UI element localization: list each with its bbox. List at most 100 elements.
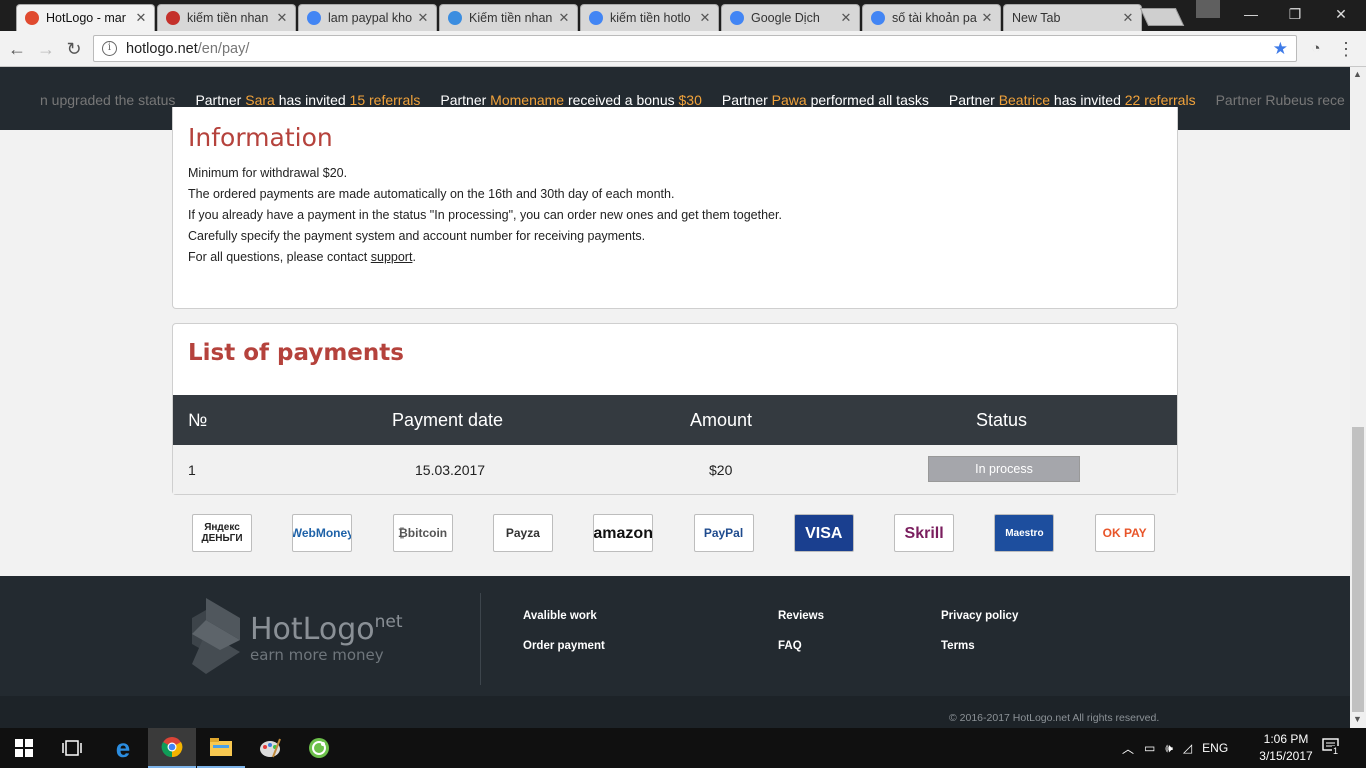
forward-icon[interactable]: → xyxy=(34,37,58,61)
header-amount: Amount xyxy=(690,410,753,430)
clock-date: 3/15/2017 xyxy=(1259,749,1313,763)
browser-tab[interactable]: Kiếm tiền nhan ✕ xyxy=(439,4,578,31)
header-payment-date: Payment date xyxy=(392,410,504,430)
browser-toolbar: ← → ↻ i hotlogo.net/en/pay/ ★ ◔ ⋮ xyxy=(0,31,1366,67)
profile-icon[interactable] xyxy=(1196,0,1220,18)
support-link[interactable]: support xyxy=(371,250,413,264)
battery-icon[interactable]: ▭ xyxy=(1144,741,1155,755)
order-payment-link[interactable]: Order payment xyxy=(523,640,605,652)
browser-tab[interactable]: HotLogo - mar ✕ xyxy=(16,4,155,31)
notification-center-icon[interactable]: 1 xyxy=(1322,738,1342,756)
payment-logo-okpay: OK PAY xyxy=(1094,514,1155,552)
payments-title: List of payments xyxy=(188,340,404,366)
ticker-middle: has invited xyxy=(274,92,350,108)
tab-close-icon[interactable]: ✕ xyxy=(273,10,291,26)
vertical-scrollbar[interactable]: ▲ ▼ xyxy=(1350,67,1366,728)
file-explorer-icon[interactable] xyxy=(197,728,245,768)
payment-logo-яндекс-деньги: Яндекс ДЕНЬГИ xyxy=(192,514,252,552)
copyright-text: © 2016-2017 HotLogo.net All rights reser… xyxy=(949,712,1160,724)
payment-logo-label: Яндекс ДЕНЬГИ xyxy=(201,522,243,544)
ticker-name: Sara xyxy=(245,92,275,108)
payment-logo-webmoney: WebMoney xyxy=(292,514,353,552)
cell-payment-date: 15.03.2017 xyxy=(415,462,486,478)
reviews-link[interactable]: Reviews xyxy=(778,610,824,622)
browser-tab[interactable]: số tài khoản pa ✕ xyxy=(862,4,1001,31)
ticker-suffix: 15 referrals xyxy=(349,92,421,108)
system-tray: ︿ ▭ 🕪 ◿ ENG xyxy=(1122,728,1228,768)
browser-tab[interactable]: kiếm tiền nhan ✕ xyxy=(157,4,296,31)
brand-name: HotLogonet xyxy=(250,612,403,647)
tab-close-icon[interactable]: ✕ xyxy=(1119,10,1137,26)
tab-close-icon[interactable]: ✕ xyxy=(837,10,855,26)
payment-logo-skrill: Skrill xyxy=(894,514,955,552)
ticker-middle: rece xyxy=(1313,92,1345,108)
ticker-prefix: Partner xyxy=(1215,92,1266,108)
brand-tagline: earn more money xyxy=(250,646,384,664)
menu-icon[interactable]: ⋮ xyxy=(1334,37,1358,61)
information-text: Minimum for withdrawal $20. The ordered … xyxy=(188,163,782,268)
payment-logo-label: WebMoney xyxy=(292,525,353,540)
browser-tab[interactable]: Google Dịch ✕ xyxy=(721,4,860,31)
clock-time: 1:06 PM xyxy=(1263,732,1309,746)
tab-label: số tài khoản pa xyxy=(892,11,977,25)
payment-logo-label: Maestro xyxy=(1005,527,1044,539)
faq-link[interactable]: FAQ xyxy=(778,640,802,652)
ticker-item: n upgraded the status xyxy=(40,92,175,108)
new-tab-button[interactable] xyxy=(1139,8,1185,26)
cell-number: 1 xyxy=(188,462,196,478)
tab-label: Kiếm tiền nhan xyxy=(469,11,553,25)
footer: HotLogonet earn more money Avalible work… xyxy=(0,576,1350,728)
reload-icon[interactable]: ↻ xyxy=(62,37,86,61)
language-indicator[interactable]: ENG xyxy=(1202,741,1228,755)
browser-tab[interactable]: lam paypal kho ✕ xyxy=(298,4,437,31)
show-hidden-icons-icon[interactable]: ︿ xyxy=(1122,740,1134,757)
network-icon[interactable]: ◿ xyxy=(1183,741,1192,755)
address-bar[interactable]: i hotlogo.net/en/pay/ ★ xyxy=(93,35,1297,62)
payment-logo-maestro: Maestro xyxy=(994,514,1055,552)
information-title: Information xyxy=(188,123,333,152)
speed-dial-icon[interactable]: ◔ xyxy=(1304,37,1328,61)
contact-suffix: . xyxy=(412,250,416,264)
browser-tab[interactable]: kiếm tiền hotlo ✕ xyxy=(580,4,719,31)
ticker-suffix: $30 xyxy=(678,92,702,108)
ticker-item: Partner Rubeus rece xyxy=(1216,92,1345,108)
header-number: № xyxy=(188,410,208,430)
tab-close-icon[interactable]: ✕ xyxy=(978,10,996,26)
payment-logo-label: PayPal xyxy=(703,525,744,540)
task-view-icon[interactable] xyxy=(48,728,96,768)
maximize-icon[interactable]: ❐ xyxy=(1272,0,1318,28)
tab-close-icon[interactable]: ✕ xyxy=(132,10,150,26)
scroll-down-icon[interactable]: ▼ xyxy=(1353,714,1362,724)
paint-icon[interactable] xyxy=(246,728,294,768)
info-icon[interactable]: i xyxy=(102,41,117,56)
payment-logo-label: Payza xyxy=(505,525,540,540)
payment-logo-amazon: amazon xyxy=(593,514,654,552)
ticker-item: Partner Momename received a bonus $30 xyxy=(440,92,702,108)
tab-close-icon[interactable]: ✕ xyxy=(696,10,714,26)
terms-link[interactable]: Terms xyxy=(941,640,975,652)
payment-logo-visa-electron: VISA xyxy=(793,514,854,552)
browser-tab[interactable]: New Tab ✕ xyxy=(1003,4,1142,31)
minimize-icon[interactable]: — xyxy=(1228,0,1274,28)
ticker-prefix: Partner xyxy=(195,92,246,108)
bookmark-star-icon[interactable]: ★ xyxy=(1273,39,1288,59)
scroll-thumb[interactable] xyxy=(1352,427,1364,712)
app-icon[interactable] xyxy=(295,728,343,768)
tab-close-icon[interactable]: ✕ xyxy=(414,10,432,26)
tab-label: lam paypal kho xyxy=(328,11,413,25)
ticker-name: Momename xyxy=(490,92,565,108)
back-icon[interactable]: ← xyxy=(5,37,29,61)
privacy-policy-link[interactable]: Privacy policy xyxy=(941,610,1018,622)
status-badge: In process xyxy=(928,456,1080,482)
tab-favicon-icon xyxy=(448,11,462,25)
edge-browser-icon[interactable]: e xyxy=(99,728,147,768)
chrome-icon[interactable] xyxy=(148,728,196,768)
volume-icon[interactable]: 🕪 xyxy=(1165,741,1173,756)
tab-close-icon[interactable]: ✕ xyxy=(555,10,573,26)
close-window-icon[interactable]: ✕ xyxy=(1318,0,1364,28)
available-work-link[interactable]: Avalible work xyxy=(523,610,597,622)
clock[interactable]: 1:06 PM 3/15/2017 xyxy=(1256,731,1316,765)
scroll-up-icon[interactable]: ▲ xyxy=(1353,69,1362,79)
windows-start-icon[interactable] xyxy=(0,728,48,768)
info-line-contact: For all questions, please contact suppor… xyxy=(188,247,782,268)
